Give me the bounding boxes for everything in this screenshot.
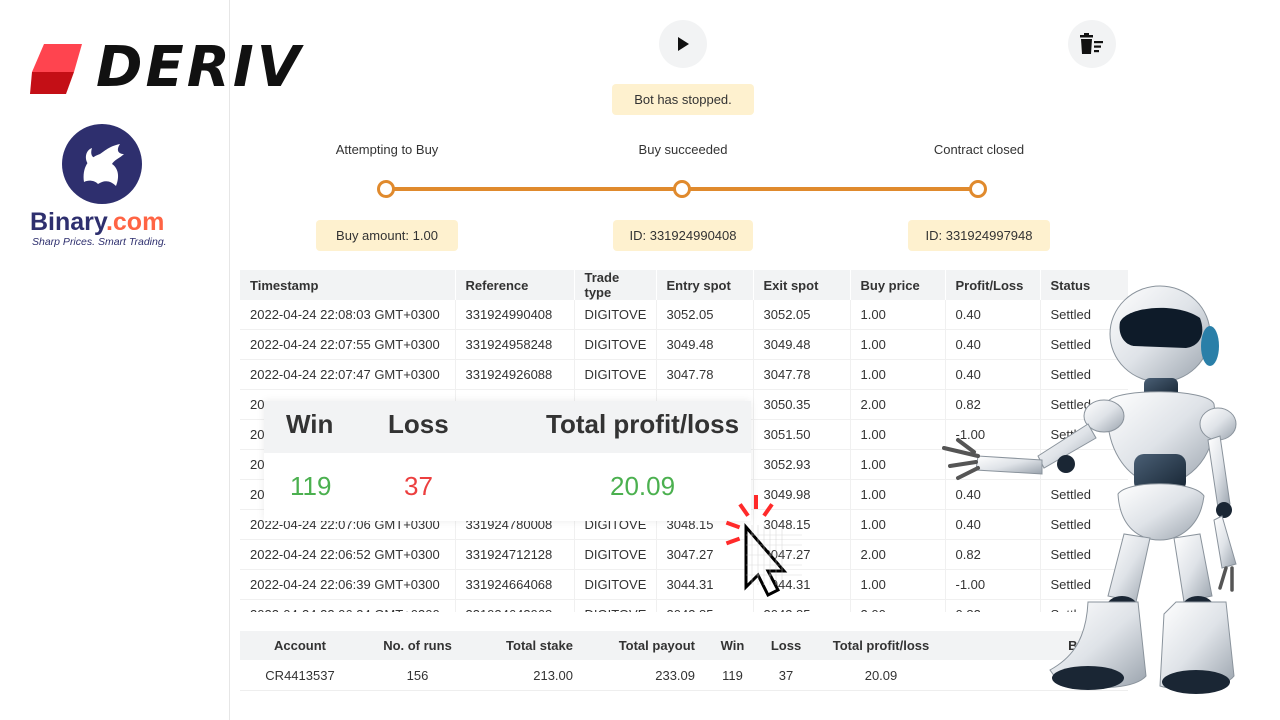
table-cell: 2022-04-24 22:07:47 GMT+0300 (240, 359, 456, 390)
col-header: Reference (455, 270, 575, 300)
table-cell: 3049.48 (656, 329, 754, 360)
overlay-total-label: Total profit/loss (546, 409, 740, 439)
table-cell: 331924712128 (455, 539, 575, 570)
overlay-win-value: 119 (290, 471, 332, 501)
summary-header: Win (705, 631, 760, 660)
overlay-loss-value: 37 (404, 471, 433, 501)
table-cell: 331924958248 (455, 329, 575, 360)
table-cell: 1.00 (850, 419, 946, 450)
table-cell: 2022-04-24 22:07:55 GMT+0300 (240, 329, 456, 360)
buy-amount-badge: Buy amount: 1.00 (316, 220, 458, 251)
progress-node-1 (377, 180, 395, 198)
progress-node-2 (673, 180, 691, 198)
bot-status-badge: Bot has stopped. (612, 84, 754, 115)
trash-list-icon (1080, 33, 1103, 54)
binary-wordmark: Binary.com (30, 208, 165, 236)
table-cell: 2022-04-24 22:08:03 GMT+0300 (240, 300, 456, 330)
table-cell: 1.00 (850, 359, 946, 390)
table-cell: 2.00 (850, 389, 946, 420)
run-bot-button[interactable] (659, 20, 707, 68)
step-label-contract-closed: Contract closed (933, 142, 1025, 157)
table-cell: 331924643968 (455, 599, 575, 612)
table-cell: 3047.78 (753, 359, 851, 390)
table-cell: 3043.85 (753, 599, 851, 612)
table-cell: DIGITOVE (574, 569, 657, 600)
deriv-logo: DERIV (30, 35, 320, 100)
step-label-attempting: Attempting to Buy (335, 142, 439, 157)
robot-mascot (942, 285, 1237, 694)
col-header: Timestamp (240, 270, 456, 300)
mouse-cursor-click-icon (725, 495, 802, 598)
summary-header: Total profit/loss (812, 631, 950, 660)
deriv-mark-icon (30, 44, 82, 94)
overlay-loss-label: Loss (388, 409, 449, 439)
bull-icon (62, 124, 142, 204)
table-cell: 2022-04-24 22:06:39 GMT+0300 (240, 569, 456, 600)
contract-id-badge: ID: 331924997948 (908, 220, 1050, 251)
summary-payout: 233.09 (583, 660, 705, 691)
play-icon (678, 37, 689, 51)
table-cell: 1.00 (850, 569, 946, 600)
table-cell: 1.00 (850, 329, 946, 360)
table-cell: 3047.78 (656, 359, 754, 390)
table-cell: 2.00 (850, 599, 946, 612)
col-header: Trade type (574, 270, 657, 300)
table-cell: 1.00 (850, 479, 946, 510)
summary-win: 119 (705, 660, 760, 691)
summary-header: No. of runs (360, 631, 475, 660)
logo-panel: DERIV Binary.com Sharp Prices. Smart Tra… (0, 0, 300, 720)
summary-header: Total payout (583, 631, 705, 660)
summary-account: CR4413537 (240, 660, 360, 691)
table-cell: 2022-04-24 22:06:52 GMT+0300 (240, 539, 456, 570)
summary-header: Loss (760, 631, 812, 660)
table-cell: DIGITOVE (574, 329, 657, 360)
col-header: Buy price (850, 270, 946, 300)
step-label-buy-succeeded: Buy succeeded (638, 142, 728, 157)
table-cell: DIGITOVE (574, 359, 657, 390)
overlay-total-value: 20.09 (610, 471, 676, 501)
binary-logo: Binary.com Sharp Prices. Smart Trading. (28, 124, 208, 254)
buy-id-badge: ID: 331924990408 (613, 220, 753, 251)
table-cell: 331924990408 (455, 300, 575, 330)
table-cell: DIGITOVE (574, 300, 657, 330)
col-header: Exit spot (753, 270, 851, 300)
table-cell: 3052.05 (656, 300, 754, 330)
table-cell: 3052.05 (753, 300, 851, 330)
table-cell: 1.00 (850, 300, 946, 330)
table-cell: 3050.35 (753, 389, 851, 420)
summary-loss: 37 (760, 660, 812, 691)
table-cell: 331924926088 (455, 359, 575, 390)
table-cell: 1.00 (850, 449, 946, 480)
table-cell: 1.00 (850, 509, 946, 540)
table-cell: 3051.50 (753, 419, 851, 450)
clear-stats-button[interactable] (1068, 20, 1116, 68)
table-cell: DIGITOVE (574, 539, 657, 570)
summary-stake: 213.00 (475, 660, 583, 691)
summary-total-profit: 20.09 (812, 660, 950, 691)
summary-header: Total stake (475, 631, 583, 660)
table-cell: 3049.48 (753, 329, 851, 360)
deriv-wordmark: DERIV (96, 35, 304, 100)
overlay-win-label: Win (286, 409, 334, 439)
col-header: Entry spot (656, 270, 754, 300)
binary-tagline: Sharp Prices. Smart Trading. (32, 236, 167, 248)
table-cell: 3043.85 (656, 599, 754, 612)
table-cell: 2.00 (850, 539, 946, 570)
table-cell: DIGITOVE (574, 599, 657, 612)
table-cell: 2022-04-24 22:06:34 GMT+0300 (240, 599, 456, 612)
summary-runs: 156 (360, 660, 475, 691)
table-cell: 3052.93 (753, 449, 851, 480)
progress-node-3 (969, 180, 987, 198)
table-cell: 331924664068 (455, 569, 575, 600)
summary-header: Account (240, 631, 360, 660)
summary-overlay: Win Loss Total profit/loss 119 37 20.09 (264, 401, 751, 521)
